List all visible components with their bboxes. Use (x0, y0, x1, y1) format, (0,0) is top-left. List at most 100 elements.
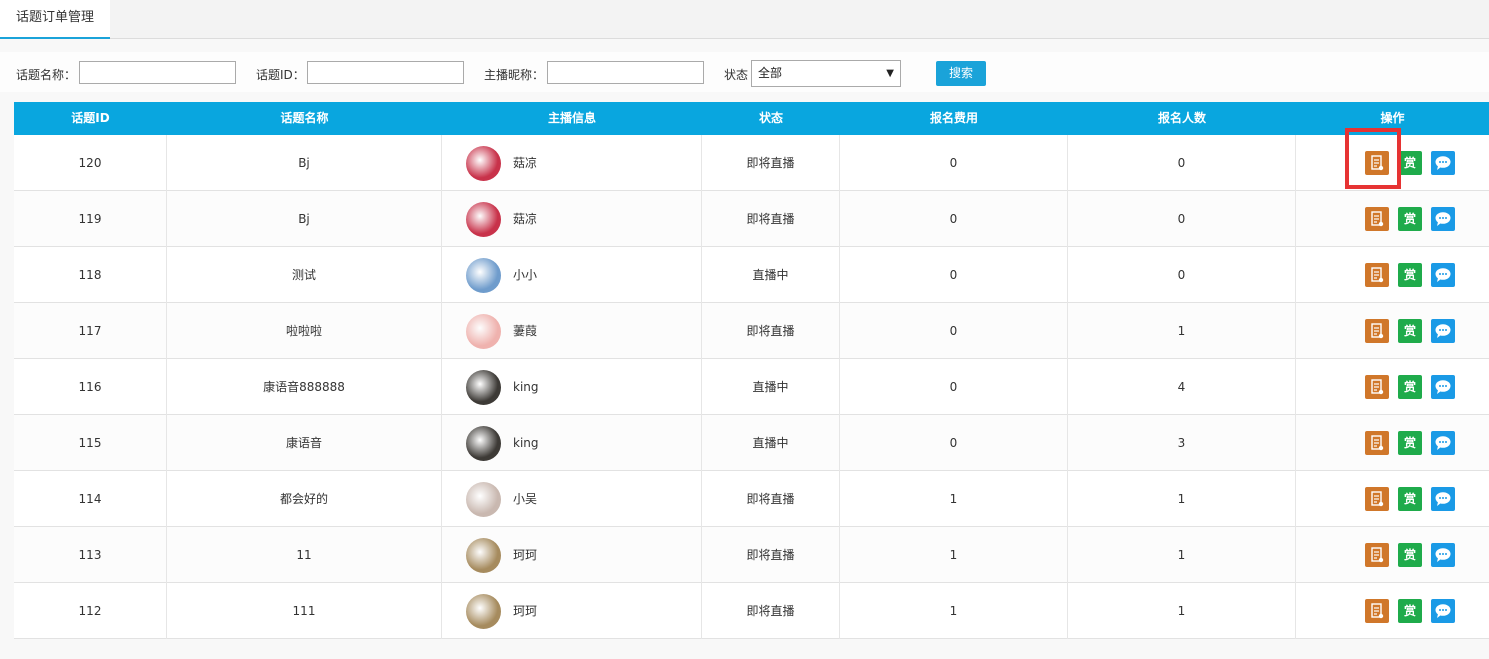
row-actions: 赏 (1365, 207, 1465, 231)
message-icon[interactable] (1431, 599, 1455, 623)
cell-status: 即将直播 (702, 191, 840, 247)
reward-icon[interactable]: 赏 (1398, 319, 1422, 343)
topic-id-input[interactable] (307, 61, 464, 84)
message-icon[interactable] (1431, 543, 1455, 567)
header-topic-name: 话题名称 (280, 111, 329, 125)
status-label: 状态 (724, 68, 749, 82)
avatar[interactable] (466, 370, 501, 405)
order-detail-icon[interactable] (1365, 487, 1389, 511)
row-actions: 赏 (1365, 543, 1465, 567)
cell-host-info: 菇凉 (442, 191, 702, 247)
cell-count: 4 (1068, 359, 1296, 415)
reward-icon[interactable]: 赏 (1398, 207, 1422, 231)
avatar[interactable] (466, 482, 501, 517)
reward-icon[interactable]: 赏 (1398, 543, 1422, 567)
row-actions: 赏 (1365, 319, 1465, 343)
reward-icon[interactable]: 赏 (1398, 151, 1422, 175)
message-icon[interactable] (1431, 487, 1455, 511)
avatar[interactable] (466, 146, 501, 181)
cell-status: 直播中 (702, 359, 840, 415)
header-host-info: 主播信息 (547, 111, 596, 125)
header-count: 报名人数 (1157, 111, 1206, 125)
search-button[interactable]: 搜索 (936, 61, 986, 86)
tab-topic-order-management[interactable]: 话题订单管理 (0, 0, 110, 39)
host-nick-label: 主播昵称： (484, 68, 545, 82)
cell-count: 1 (1068, 471, 1296, 527)
order-detail-icon[interactable] (1365, 543, 1389, 567)
avatar[interactable] (466, 538, 501, 573)
status-select[interactable]: 全部 ▼ (751, 60, 901, 87)
cell-status: 即将直播 (702, 303, 840, 359)
cell-status: 即将直播 (702, 583, 840, 639)
cell-topic-name: 康语音888888 (167, 359, 442, 415)
reward-icon[interactable]: 赏 (1398, 431, 1422, 455)
topic-name-input[interactable] (79, 61, 236, 84)
cell-topic-name: Bj (167, 191, 442, 247)
cell-topic-id: 117 (14, 303, 167, 359)
order-detail-icon[interactable] (1365, 207, 1389, 231)
host-name: 小小 (513, 268, 538, 282)
order-detail-icon[interactable] (1365, 151, 1389, 175)
message-icon[interactable] (1431, 375, 1455, 399)
host-name: 菇凉 (513, 212, 538, 226)
table-row: 114 都会好的 小吴 即将直播 1 1 赏 (14, 471, 1489, 527)
row-actions: 赏 (1365, 263, 1465, 287)
reward-icon[interactable]: 赏 (1398, 375, 1422, 399)
row-actions: 赏 (1365, 599, 1465, 623)
status-selected-value: 全部 (758, 66, 783, 80)
cell-count: 3 (1068, 415, 1296, 471)
order-detail-icon[interactable] (1365, 263, 1389, 287)
tab-bar: 话题订单管理 (0, 0, 1489, 39)
message-icon[interactable] (1431, 263, 1455, 287)
cell-count: 0 (1068, 135, 1296, 191)
cell-topic-id: 119 (14, 191, 167, 247)
cell-status: 即将直播 (702, 135, 840, 191)
cell-topic-name: 111 (167, 583, 442, 639)
message-icon[interactable] (1431, 207, 1455, 231)
order-detail-icon[interactable] (1365, 431, 1389, 455)
host-nick-input[interactable] (547, 61, 704, 84)
row-actions: 赏 (1365, 151, 1465, 175)
avatar[interactable] (466, 426, 501, 461)
order-detail-icon[interactable] (1365, 375, 1389, 399)
reward-icon[interactable]: 赏 (1398, 599, 1422, 623)
host-name: 珂珂 (513, 548, 538, 562)
reward-icon[interactable]: 赏 (1398, 487, 1422, 511)
cell-host-info: 小小 (442, 247, 702, 303)
header-fee: 报名费用 (929, 111, 978, 125)
cell-fee: 0 (840, 135, 1068, 191)
cell-fee: 0 (840, 415, 1068, 471)
table-header: 话题ID 话题名称 主播信息 状态 报名费用 报名人数 操作 (14, 102, 1489, 135)
cell-fee: 1 (840, 471, 1068, 527)
cell-topic-id: 116 (14, 359, 167, 415)
avatar[interactable] (466, 258, 501, 293)
cell-topic-name: 11 (167, 527, 442, 583)
cell-topic-id: 118 (14, 247, 167, 303)
table-row: 117 啦啦啦 萋葭 即将直播 0 1 赏 (14, 303, 1489, 359)
cell-status: 即将直播 (702, 471, 840, 527)
message-icon[interactable] (1431, 151, 1455, 175)
message-icon[interactable] (1431, 319, 1455, 343)
filter-bar: 话题名称： 话题ID： 主播昵称： 状态 全部 ▼ 搜索 (0, 52, 1489, 92)
topic-name-label: 话题名称： (16, 68, 77, 82)
cell-count: 0 (1068, 247, 1296, 303)
dropdown-arrow-icon: ▼ (886, 68, 894, 79)
table-row: 113 11 珂珂 即将直播 1 1 赏 (14, 527, 1489, 583)
cell-topic-id: 114 (14, 471, 167, 527)
avatar[interactable] (466, 314, 501, 349)
cell-topic-name: 康语音 (167, 415, 442, 471)
host-name: 小吴 (513, 492, 538, 506)
avatar[interactable] (466, 202, 501, 237)
avatar[interactable] (466, 594, 501, 629)
cell-topic-id: 112 (14, 583, 167, 639)
cell-topic-id: 115 (14, 415, 167, 471)
reward-icon[interactable]: 赏 (1398, 263, 1422, 287)
order-detail-icon[interactable] (1365, 319, 1389, 343)
header-actions: 操作 (1380, 111, 1405, 125)
table-row: 119 Bj 菇凉 即将直播 0 0 赏 (14, 191, 1489, 247)
cell-status: 直播中 (702, 247, 840, 303)
order-detail-icon[interactable] (1365, 599, 1389, 623)
message-icon[interactable] (1431, 431, 1455, 455)
cell-count: 0 (1068, 191, 1296, 247)
cell-fee: 0 (840, 359, 1068, 415)
